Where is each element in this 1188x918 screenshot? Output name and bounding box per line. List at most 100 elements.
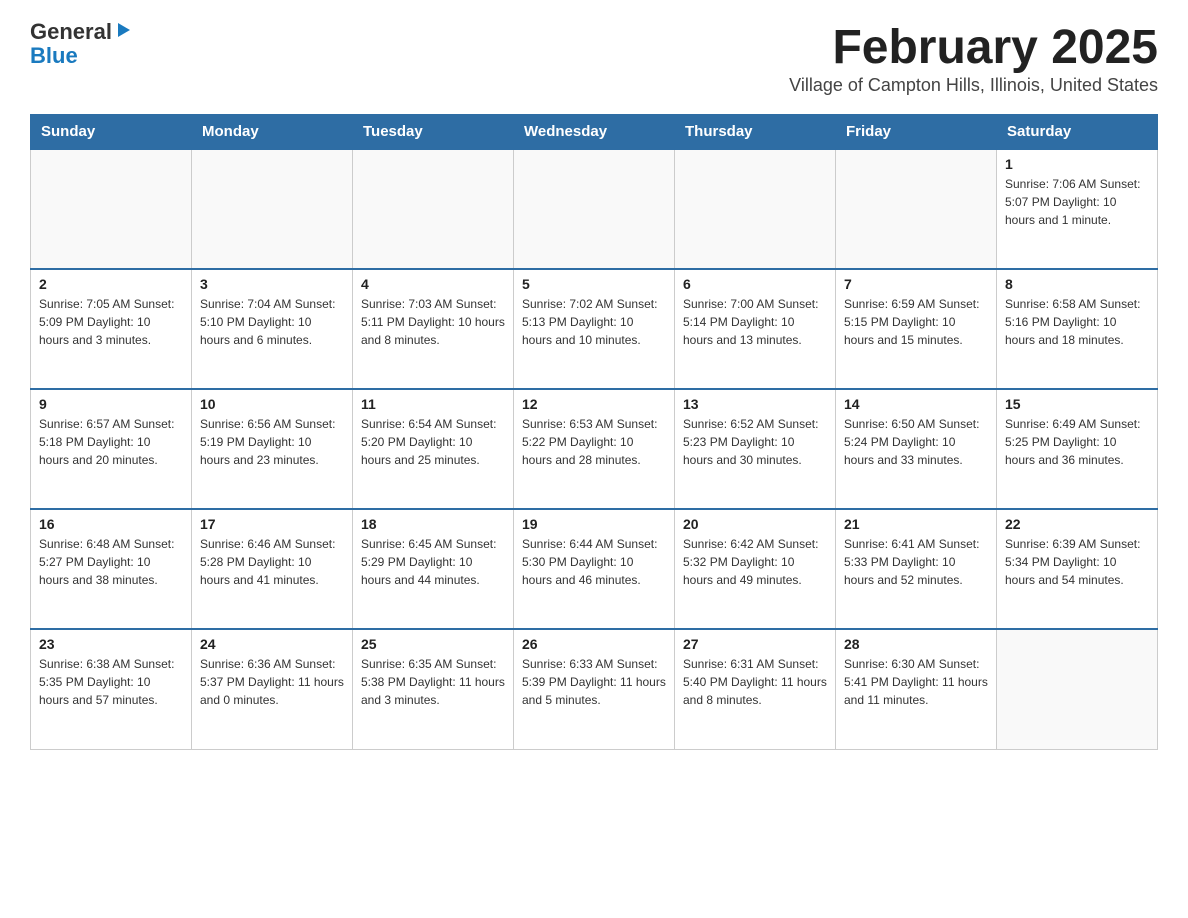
day-info: Sunrise: 6:42 AM Sunset: 5:32 PM Dayligh… [683, 535, 827, 589]
calendar-cell [836, 149, 997, 269]
day-number: 22 [1005, 516, 1149, 532]
day-info: Sunrise: 6:31 AM Sunset: 5:40 PM Dayligh… [683, 655, 827, 709]
calendar-cell: 6 Sunrise: 7:00 AM Sunset: 5:14 PM Daylig… [675, 269, 836, 389]
weekday-header-thursday: Thursday [675, 115, 836, 150]
calendar-cell: 15 Sunrise: 6:49 AM Sunset: 5:25 PM Dayli… [997, 389, 1158, 509]
day-number: 15 [1005, 396, 1149, 412]
day-number: 7 [844, 276, 988, 292]
calendar-cell [353, 149, 514, 269]
calendar-cell: 28Sunrise: 6:30 AM Sunset: 5:41 PM Dayli… [836, 629, 997, 749]
calendar-cell: 4Sunrise: 7:03 AM Sunset: 5:11 PM Daylig… [353, 269, 514, 389]
day-info: Sunrise: 6:33 AM Sunset: 5:39 PM Dayligh… [522, 655, 666, 709]
day-number: 10 [200, 396, 344, 412]
weekday-header-sunday: Sunday [31, 115, 192, 150]
day-info: Sunrise: 7:02 AM Sunset: 5:13 PM Dayligh… [522, 295, 666, 349]
day-info: Sunrise: 6:36 AM Sunset: 5:37 PM Dayligh… [200, 655, 344, 709]
day-info: Sunrise: 6:56 AM Sunset: 5:19 PM Dayligh… [200, 415, 344, 469]
day-info: Sunrise: 6:52 AM Sunset: 5:23 PM Dayligh… [683, 415, 827, 469]
calendar-cell: 7 Sunrise: 6:59 AM Sunset: 5:15 PM Daylig… [836, 269, 997, 389]
calendar-table: SundayMondayTuesdayWednesdayThursdayFrid… [30, 114, 1158, 750]
calendar-cell [675, 149, 836, 269]
calendar-cell [514, 149, 675, 269]
calendar-cell: 25 Sunrise: 6:35 AM Sunset: 5:38 PM Dayli… [353, 629, 514, 749]
calendar-cell: 19Sunrise: 6:44 AM Sunset: 5:30 PM Dayli… [514, 509, 675, 629]
day-number: 18 [361, 516, 505, 532]
calendar-cell: 17 Sunrise: 6:46 AM Sunset: 5:28 PM Dayli… [192, 509, 353, 629]
calendar-cell: 1Sunrise: 7:06 AM Sunset: 5:07 PM Daylig… [997, 149, 1158, 269]
day-number: 20 [683, 516, 827, 532]
calendar-week-row: 2Sunrise: 7:05 AM Sunset: 5:09 PM Daylig… [31, 269, 1158, 389]
day-number: 27 [683, 636, 827, 652]
day-info: Sunrise: 6:35 AM Sunset: 5:38 PM Dayligh… [361, 655, 505, 709]
day-number: 17 [200, 516, 344, 532]
day-number: 4 [361, 276, 505, 292]
calendar-cell: 2Sunrise: 7:05 AM Sunset: 5:09 PM Daylig… [31, 269, 192, 389]
day-info: Sunrise: 6:59 AM Sunset: 5:15 PM Dayligh… [844, 295, 988, 349]
day-info: Sunrise: 6:48 AM Sunset: 5:27 PM Dayligh… [39, 535, 183, 589]
day-number: 6 [683, 276, 827, 292]
calendar-header-row: SundayMondayTuesdayWednesdayThursdayFrid… [31, 115, 1158, 150]
calendar-week-row: 1Sunrise: 7:06 AM Sunset: 5:07 PM Daylig… [31, 149, 1158, 269]
calendar-cell: 16 Sunrise: 6:48 AM Sunset: 5:27 PM Dayli… [31, 509, 192, 629]
calendar-cell [192, 149, 353, 269]
month-title: February 2025 [789, 20, 1158, 75]
day-number: 12 [522, 396, 666, 412]
logo-arrow-icon [114, 21, 132, 39]
calendar-cell [31, 149, 192, 269]
day-info: Sunrise: 7:04 AM Sunset: 5:10 PM Dayligh… [200, 295, 344, 349]
calendar-cell: 24 Sunrise: 6:36 AM Sunset: 5:37 PM Dayli… [192, 629, 353, 749]
day-number: 25 [361, 636, 505, 652]
day-number: 26 [522, 636, 666, 652]
day-info: Sunrise: 6:39 AM Sunset: 5:34 PM Dayligh… [1005, 535, 1149, 589]
calendar-cell: 27 Sunrise: 6:31 AM Sunset: 5:40 PM Dayli… [675, 629, 836, 749]
day-info: Sunrise: 6:41 AM Sunset: 5:33 PM Dayligh… [844, 535, 988, 589]
day-info: Sunrise: 6:46 AM Sunset: 5:28 PM Dayligh… [200, 535, 344, 589]
day-info: Sunrise: 7:00 AM Sunset: 5:14 PM Dayligh… [683, 295, 827, 349]
day-number: 9 [39, 396, 183, 412]
day-number: 1 [1005, 156, 1149, 172]
calendar-cell: 26 Sunrise: 6:33 AM Sunset: 5:39 PM Dayli… [514, 629, 675, 749]
day-number: 14 [844, 396, 988, 412]
calendar-cell: 18 Sunrise: 6:45 AM Sunset: 5:29 PM Dayli… [353, 509, 514, 629]
day-info: Sunrise: 6:45 AM Sunset: 5:29 PM Dayligh… [361, 535, 505, 589]
calendar-cell: 9Sunrise: 6:57 AM Sunset: 5:18 PM Daylig… [31, 389, 192, 509]
calendar-cell: 22 Sunrise: 6:39 AM Sunset: 5:34 PM Dayli… [997, 509, 1158, 629]
day-number: 8 [1005, 276, 1149, 292]
day-number: 3 [200, 276, 344, 292]
logo: General Blue [30, 20, 132, 68]
calendar-cell: 23 Sunrise: 6:38 AM Sunset: 5:35 PM Dayli… [31, 629, 192, 749]
calendar-week-row: 9Sunrise: 6:57 AM Sunset: 5:18 PM Daylig… [31, 389, 1158, 509]
logo-blue-text: Blue [30, 44, 78, 68]
calendar-cell [997, 629, 1158, 749]
day-info: Sunrise: 6:30 AM Sunset: 5:41 PM Dayligh… [844, 655, 988, 709]
day-number: 23 [39, 636, 183, 652]
day-info: Sunrise: 6:49 AM Sunset: 5:25 PM Dayligh… [1005, 415, 1149, 469]
day-info: Sunrise: 6:58 AM Sunset: 5:16 PM Dayligh… [1005, 295, 1149, 349]
day-info: Sunrise: 6:54 AM Sunset: 5:20 PM Dayligh… [361, 415, 505, 469]
calendar-cell: 8 Sunrise: 6:58 AM Sunset: 5:16 PM Daylig… [997, 269, 1158, 389]
weekday-header-friday: Friday [836, 115, 997, 150]
calendar-cell: 12 Sunrise: 6:53 AM Sunset: 5:22 PM Dayli… [514, 389, 675, 509]
title-block: February 2025 Village of Campton Hills, … [789, 20, 1158, 108]
calendar-cell: 5 Sunrise: 7:02 AM Sunset: 5:13 PM Daylig… [514, 269, 675, 389]
calendar-week-row: 16 Sunrise: 6:48 AM Sunset: 5:27 PM Dayli… [31, 509, 1158, 629]
weekday-header-saturday: Saturday [997, 115, 1158, 150]
day-number: 16 [39, 516, 183, 532]
day-info: Sunrise: 6:38 AM Sunset: 5:35 PM Dayligh… [39, 655, 183, 709]
logo-general-text: General [30, 20, 112, 44]
calendar-week-row: 23 Sunrise: 6:38 AM Sunset: 5:35 PM Dayli… [31, 629, 1158, 749]
calendar-cell: 10 Sunrise: 6:56 AM Sunset: 5:19 PM Dayli… [192, 389, 353, 509]
day-number: 24 [200, 636, 344, 652]
calendar-cell: 14Sunrise: 6:50 AM Sunset: 5:24 PM Dayli… [836, 389, 997, 509]
page-header: General Blue February 2025 Village of Ca… [30, 20, 1158, 108]
calendar-cell: 20 Sunrise: 6:42 AM Sunset: 5:32 PM Dayli… [675, 509, 836, 629]
day-number: 13 [683, 396, 827, 412]
weekday-header-monday: Monday [192, 115, 353, 150]
calendar-cell: 3 Sunrise: 7:04 AM Sunset: 5:10 PM Daylig… [192, 269, 353, 389]
day-number: 5 [522, 276, 666, 292]
day-number: 21 [844, 516, 988, 532]
calendar-cell: 13 Sunrise: 6:52 AM Sunset: 5:23 PM Dayli… [675, 389, 836, 509]
subtitle: Village of Campton Hills, Illinois, Unit… [789, 75, 1158, 96]
day-info: Sunrise: 6:53 AM Sunset: 5:22 PM Dayligh… [522, 415, 666, 469]
weekday-header-tuesday: Tuesday [353, 115, 514, 150]
